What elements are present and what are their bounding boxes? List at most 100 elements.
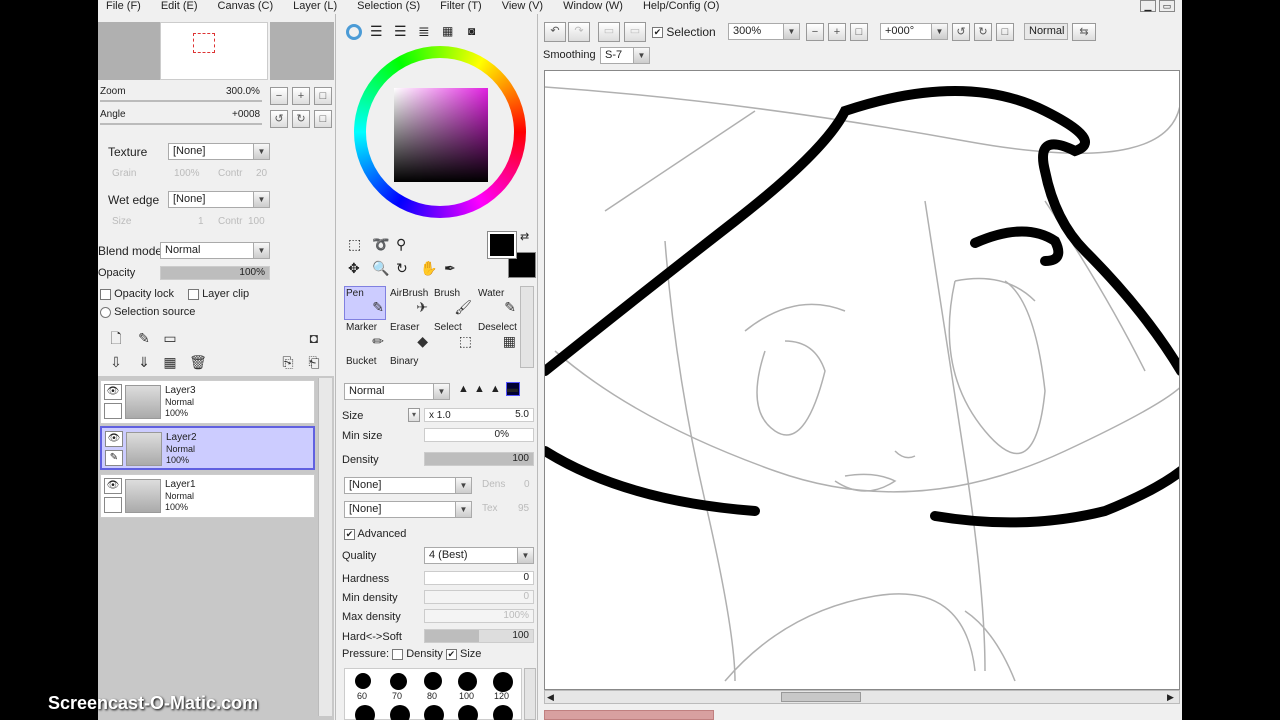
- scroll-right-arrow-icon[interactable]: ▶: [1167, 692, 1174, 702]
- opacity-slider[interactable]: 100%: [160, 266, 270, 280]
- tool-airbrush[interactable]: AirBrush ✈: [388, 286, 430, 320]
- navigator-view-rect[interactable]: [193, 33, 215, 53]
- redo-button[interactable]: ↷: [568, 22, 590, 42]
- zoom-tool-icon[interactable]: 🔍: [372, 260, 389, 277]
- drawing-canvas[interactable]: [544, 70, 1180, 690]
- menu-edit[interactable]: Edit (E): [161, 0, 198, 14]
- layer-item-layer3[interactable]: 👁 Layer3 Normal 100%: [100, 380, 315, 424]
- new-linework-layer-icon[interactable]: ✎: [134, 328, 154, 348]
- menu-help-config[interactable]: Help/Config (O): [643, 0, 719, 14]
- wet-edge-select[interactable]: [None] ▼: [168, 191, 270, 208]
- zoom-in-button[interactable]: +: [292, 87, 310, 105]
- new-folder-icon[interactable]: ▭: [160, 328, 180, 348]
- view-mode-select[interactable]: Normal: [1024, 23, 1068, 40]
- brush-preset-dot[interactable]: [493, 672, 513, 692]
- toolbar-zoom-in-button[interactable]: +: [828, 23, 846, 41]
- angle-slider[interactable]: [100, 123, 262, 125]
- tool-brush[interactable]: Brush 🖌: [432, 286, 474, 320]
- clear-layer-icon[interactable]: ▦: [160, 352, 180, 372]
- advanced-checkbox[interactable]: ✔ Advanced: [344, 528, 406, 540]
- maximize-button[interactable]: ▭: [1159, 0, 1175, 12]
- menu-layer[interactable]: Layer (L): [293, 0, 337, 14]
- zoom-slider[interactable]: [100, 100, 262, 102]
- zoom-select[interactable]: 300% ▼: [728, 23, 800, 40]
- square-tip-icon[interactable]: ▬: [505, 382, 520, 396]
- size-slider[interactable]: x 1.0 5.0: [424, 408, 534, 422]
- layer-clip-checkbox[interactable]: Layer clip: [188, 288, 249, 300]
- zoom-out-button[interactable]: −: [270, 87, 288, 105]
- menu-view[interactable]: View (V): [502, 0, 543, 14]
- canvas-horizontal-scrollbar[interactable]: ◀ ▶: [544, 690, 1180, 704]
- delete-layer-icon[interactable]: 🗑: [188, 352, 208, 372]
- pressure-size-checkbox[interactable]: ✔: [445, 648, 457, 660]
- merge-down-icon[interactable]: ⇓: [134, 352, 154, 372]
- brush-preset-dot[interactable]: [458, 705, 478, 720]
- pressure-density-checkbox[interactable]: [392, 648, 404, 660]
- opacity-lock-checkbox[interactable]: Opacity lock: [100, 288, 174, 300]
- magic-wand-icon[interactable]: ⚲: [396, 236, 406, 253]
- delete-mask-icon[interactable]: ⎗: [304, 352, 324, 372]
- layer-item-layer2[interactable]: 👁 ✎ Layer2 Normal 100%: [100, 426, 315, 470]
- brush-tip-shapes[interactable]: ▲ ▲ ▲ ▬: [458, 382, 520, 396]
- rotate-right-button[interactable]: ↻: [292, 110, 310, 128]
- brush-preset-dot[interactable]: [424, 672, 442, 690]
- min-density-slider[interactable]: 0: [424, 590, 534, 604]
- color-mixer-tab-icon[interactable]: ◙: [468, 24, 475, 38]
- brush-preset-dot[interactable]: [493, 705, 513, 720]
- brush-texture-select[interactable]: [None] ▼: [344, 501, 472, 518]
- toolbar-zoom-reset-button[interactable]: □: [850, 23, 868, 41]
- toolbar-zoom-out-button[interactable]: −: [806, 23, 824, 41]
- navigator-preview[interactable]: [160, 22, 268, 80]
- toolbar-rotate-left-button[interactable]: ↺: [952, 23, 970, 41]
- transfer-down-icon[interactable]: ⇩: [106, 352, 126, 372]
- apply-mask-icon[interactable]: ⎘: [278, 352, 298, 372]
- smoothing-select[interactable]: S-7 ▼: [600, 47, 650, 64]
- tool-deselect[interactable]: Deselect ▦: [476, 320, 518, 354]
- menu-file[interactable]: File (F): [106, 0, 141, 14]
- quality-select[interactable]: 4 (Best) ▼: [424, 547, 534, 564]
- new-layer-icon[interactable]: 🗋: [106, 328, 126, 348]
- move-icon[interactable]: ✥: [348, 260, 360, 277]
- eye-icon[interactable]: 👁: [104, 384, 122, 400]
- hand-icon[interactable]: ✋: [420, 260, 437, 277]
- menu-selection[interactable]: Selection (S): [357, 0, 420, 14]
- tool-water[interactable]: Water ✎: [476, 286, 518, 320]
- rotate-left-button[interactable]: ↺: [270, 110, 288, 128]
- canvas-document-tab[interactable]: [544, 710, 714, 720]
- undo-button[interactable]: ↶: [544, 22, 566, 42]
- size-multiplier-button[interactable]: ▾: [408, 408, 420, 422]
- eye-icon[interactable]: 👁: [105, 431, 123, 447]
- swap-colors-icon[interactable]: ⇄: [520, 230, 529, 243]
- tool-grid-scrollbar[interactable]: [520, 286, 534, 368]
- density-slider[interactable]: 100: [424, 452, 534, 466]
- tool-bucket[interactable]: Bucket: [344, 354, 386, 370]
- brush-preset-dot[interactable]: [355, 705, 375, 720]
- scroll-left-arrow-icon[interactable]: ◀: [547, 692, 554, 702]
- brush-blend-select[interactable]: Normal ▼: [344, 383, 450, 400]
- color-wheel-tab-icon[interactable]: [346, 24, 362, 40]
- eye-icon[interactable]: 👁: [104, 478, 122, 494]
- blend-mode-select[interactable]: Normal ▼: [160, 242, 270, 259]
- brush-preset-dot[interactable]: [390, 705, 410, 720]
- hardness-slider[interactable]: 0: [424, 571, 534, 585]
- minimize-button[interactable]: ▁: [1140, 0, 1156, 12]
- color-wheel[interactable]: [354, 46, 526, 218]
- texture-select[interactable]: [None] ▼: [168, 143, 270, 160]
- brush-presets-scrollbar[interactable]: [524, 668, 536, 720]
- primary-color-swatch[interactable]: [487, 231, 517, 259]
- hard-soft-slider[interactable]: 100: [424, 629, 534, 643]
- lasso-icon[interactable]: ➰: [372, 236, 389, 253]
- menu-canvas[interactable]: Canvas (C): [218, 0, 274, 14]
- scrollbar-thumb[interactable]: [781, 692, 861, 702]
- menu-window[interactable]: Window (W): [563, 0, 623, 14]
- invert-selection-button[interactable]: ▭: [624, 22, 646, 42]
- brush-preset-dot[interactable]: [458, 672, 477, 691]
- swatches-tab-icon[interactable]: ≣: [418, 24, 430, 38]
- eyedropper-icon[interactable]: ✒: [444, 260, 456, 277]
- selection-source-checkbox[interactable]: Selection source: [100, 306, 195, 318]
- brush-preset-dot[interactable]: [424, 705, 444, 720]
- flip-horizontal-button[interactable]: ⇆: [1072, 23, 1096, 41]
- brush-preset-dot[interactable]: [355, 673, 371, 689]
- min-size-slider[interactable]: 0%: [424, 428, 534, 442]
- rect-select-icon[interactable]: ⬚: [348, 236, 361, 253]
